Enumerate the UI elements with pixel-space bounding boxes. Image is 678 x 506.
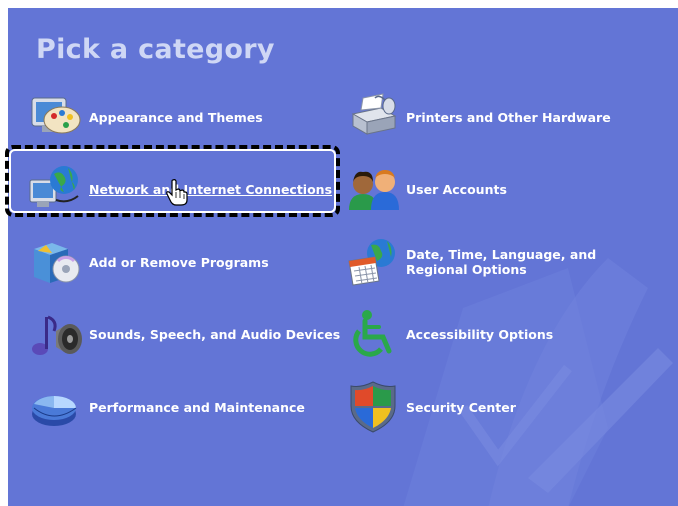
category-user-accounts[interactable]: User Accounts xyxy=(345,162,507,216)
security-shield-icon xyxy=(350,381,396,433)
category-appearance-themes[interactable]: Appearance and Themes xyxy=(28,90,263,144)
date-time-regional-icon xyxy=(348,239,395,286)
user-accounts-icon xyxy=(349,170,399,210)
printers-hardware-icon xyxy=(351,93,397,135)
sounds-audio-icon xyxy=(32,315,82,355)
category-label: Security Center xyxy=(406,399,516,415)
category-printers-hardware[interactable]: Printers and Other Hardware xyxy=(345,90,611,144)
category-accessibility[interactable]: Accessibility Options xyxy=(345,307,553,361)
category-add-remove-programs[interactable]: Add or Remove Programs xyxy=(28,235,269,289)
hand-pointer-cursor-icon xyxy=(166,179,188,206)
category-performance-maintenance[interactable]: Performance and Maintenance xyxy=(28,380,305,434)
category-sounds-audio[interactable]: Sounds, Speech, and Audio Devices xyxy=(28,307,340,361)
category-label: User Accounts xyxy=(406,181,507,197)
category-date-time-regional[interactable]: Date, Time, Language, and Regional Optio… xyxy=(345,235,656,289)
category-label: Accessibility Options xyxy=(406,326,554,342)
category-label: Printers and Other Hardware xyxy=(406,109,611,125)
accessibility-icon xyxy=(353,310,392,357)
page-title: Pick a category xyxy=(36,34,275,65)
control-panel-category-view: Pick a category Appearance and Themes Ne… xyxy=(8,8,678,506)
category-label: Sounds, Speech, and Audio Devices xyxy=(89,326,341,342)
add-remove-programs-icon xyxy=(34,243,80,283)
category-label: Appearance and Themes xyxy=(89,109,263,125)
category-label: Performance and Maintenance xyxy=(89,399,305,415)
appearance-themes-icon xyxy=(31,97,81,134)
category-security-center[interactable]: Security Center xyxy=(345,380,516,434)
category-label: Add or Remove Programs xyxy=(89,254,269,270)
category-label: Date, Time, Language, and Regional Optio… xyxy=(406,247,597,277)
performance-maintenance-icon xyxy=(32,396,77,426)
